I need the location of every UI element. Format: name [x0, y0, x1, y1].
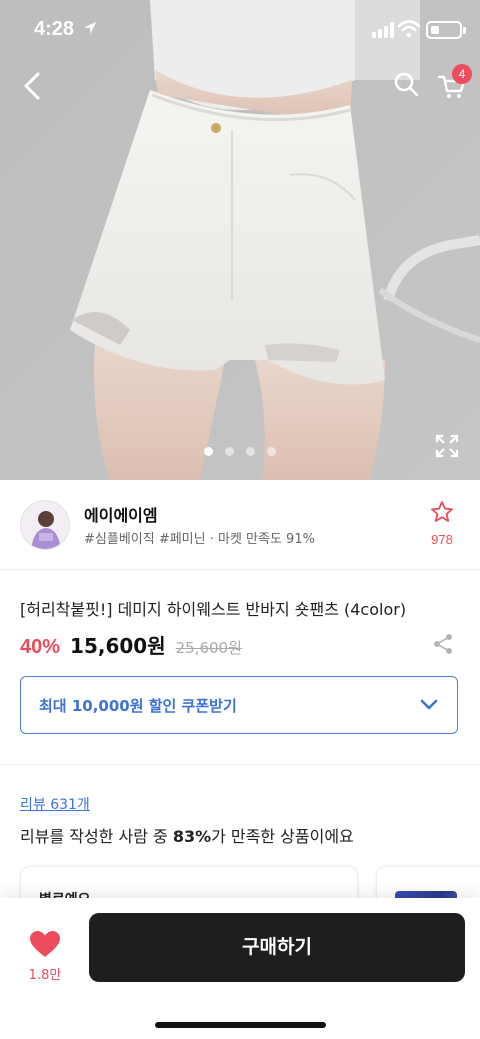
gallery-pagination	[0, 447, 480, 456]
coupon-label: 최대 10,000원 할인 쿠폰받기	[39, 697, 237, 715]
review-satisfaction-percent: 83%	[172, 827, 212, 846]
discount-rate: 40%	[20, 636, 61, 658]
bottom-action-bar: 1.8만 구매하기	[0, 898, 480, 1039]
pagination-dot[interactable]	[267, 447, 276, 456]
buy-button[interactable]: 구매하기	[89, 913, 465, 982]
seller-favorite-button[interactable]: 978	[424, 500, 460, 547]
search-icon[interactable]	[392, 70, 420, 98]
home-indicator	[155, 1022, 326, 1028]
pagination-dot[interactable]	[225, 447, 234, 456]
product-title: [허리착붙핏!] 데미지 하이웨스트 반바지 숏팬츠 (4color)	[20, 600, 407, 619]
divider	[0, 764, 480, 765]
like-count: 1.8만	[28, 968, 62, 983]
wifi-icon	[398, 20, 420, 38]
status-time: 4:28	[34, 18, 75, 40]
seller-tags: #심플베이직 #페미닌 · 마켓 만족도 91%	[84, 532, 315, 547]
battery-icon	[426, 21, 462, 39]
seller-favorite-count: 978	[431, 532, 453, 547]
product-image-gallery[interactable]: 4:28 4	[0, 0, 480, 480]
sale-price: 15,600원	[70, 634, 166, 658]
original-price: 25,600원	[175, 639, 242, 657]
location-arrow-icon	[84, 22, 96, 34]
pagination-dot[interactable]	[246, 447, 255, 456]
review-summary-suffix: 가 만족한 상품이에요	[211, 827, 354, 846]
cellular-signal-icon	[372, 22, 394, 38]
review-summary-prefix: 리뷰를 작성한 사람 중	[20, 827, 173, 846]
back-arrow-icon[interactable]	[18, 70, 46, 102]
review-summary: 리뷰를 작성한 사람 중 83%가 만족한 상품이에요	[20, 823, 354, 847]
heart-icon	[30, 931, 60, 957]
status-bar: 4:28	[0, 0, 480, 60]
seller-avatar[interactable]	[20, 500, 70, 550]
seller-section[interactable]: 에이에이엠 #심플베이직 #페미닌 · 마켓 만족도 91% 978	[0, 480, 480, 570]
coupon-button[interactable]: 최대 10,000원 할인 쿠폰받기	[20, 676, 458, 734]
price-row: 40% 15,600원 25,600원	[20, 630, 242, 658]
pagination-dot[interactable]	[204, 447, 213, 456]
review-count-link[interactable]: 리뷰 631개	[20, 794, 90, 814]
like-button[interactable]: 1.8만	[22, 930, 68, 983]
cart-count-badge: 4	[452, 64, 472, 84]
chevron-down-icon	[420, 699, 438, 710]
seller-name[interactable]: 에이에이엠	[84, 502, 158, 526]
star-icon	[431, 501, 453, 522]
share-icon[interactable]	[432, 633, 454, 655]
